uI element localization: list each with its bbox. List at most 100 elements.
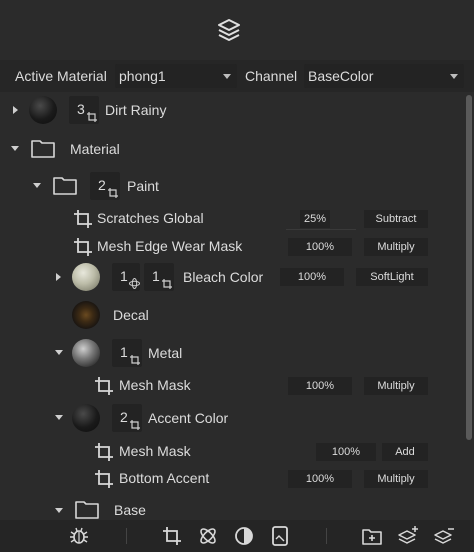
opacity-value[interactable]: 100% (316, 443, 376, 461)
layer-name: Decal (113, 307, 149, 323)
toolbar-divider (126, 528, 127, 544)
crop-mask-icon (87, 112, 97, 122)
layer-name: Dirt Rainy (105, 102, 167, 118)
atom-icon (129, 278, 140, 289)
crop-mask-icon (162, 279, 172, 289)
mask-row-scratches-global[interactable]: Scratches Global 25% Subtract (0, 208, 464, 230)
blend-mode[interactable]: Multiply (364, 377, 428, 395)
folder-row-paint[interactable]: 2 Paint (0, 172, 464, 200)
layer-count: 1 (152, 268, 160, 284)
layers-icon[interactable] (216, 18, 242, 42)
layer-count: 3 (77, 101, 85, 117)
blend-mode[interactable]: Multiply (364, 238, 428, 256)
material-thumbnail (72, 404, 100, 432)
crop-mask-icon (95, 443, 113, 461)
layer-name: Bleach Color (183, 269, 264, 285)
toolbar-divider (326, 528, 327, 544)
expand-arrow-icon[interactable] (13, 106, 18, 114)
layer-count: 1 (120, 268, 128, 284)
layer-name: Accent Color (148, 410, 229, 426)
crop-mask-icon (95, 377, 113, 395)
contrast-icon[interactable] (233, 525, 255, 547)
blend-mode[interactable]: Add (382, 443, 428, 461)
chevron-down-icon (223, 74, 231, 79)
opacity-track (286, 229, 356, 230)
opacity-value[interactable]: 100% (288, 377, 352, 395)
layer-row-dirt-rainy[interactable]: 3 Dirt Rainy (0, 96, 464, 126)
layer-count: 2 (98, 177, 106, 193)
layer-count-box: 1 (112, 339, 142, 367)
layer-row-decal[interactable]: Decal (0, 300, 464, 330)
layer-count-box: 2 (90, 172, 120, 200)
opacity-value[interactable]: 100% (288, 470, 352, 488)
active-material-label: Active Material (15, 68, 107, 84)
channel-value: BaseColor (308, 68, 374, 84)
collapse-arrow-icon[interactable] (33, 183, 41, 188)
add-folder-icon[interactable] (361, 525, 383, 547)
opacity-value[interactable]: 100% (280, 268, 344, 286)
channel-dropdown[interactable]: BaseColor (304, 64, 464, 88)
opacity-value[interactable]: 100% (288, 238, 352, 256)
blend-mode[interactable]: SoftLight (356, 268, 428, 286)
layer-tree: 3 Dirt Rainy Material 2 Paint Scratches … (0, 92, 474, 520)
blend-mode[interactable]: Multiply (364, 470, 428, 488)
folder-row-base[interactable]: Base (0, 498, 464, 520)
bottom-toolbar (0, 520, 474, 552)
layer-row-metal[interactable]: 1 Metal (0, 338, 464, 368)
mask-row-mesh-edge-wear[interactable]: Mesh Edge Wear Mask 100% Multiply (0, 236, 464, 258)
material-thumbnail (72, 263, 100, 291)
remove-layer-icon[interactable] (433, 525, 455, 547)
layer-count: 2 (120, 409, 128, 425)
material-thumbnail (72, 339, 100, 367)
opacity-value[interactable]: 25% (300, 210, 330, 228)
material-thumbnail (29, 96, 57, 124)
crop-mask-icon (108, 188, 118, 198)
active-material-value: phong1 (119, 68, 166, 84)
mask-row-bottom-accent[interactable]: Bottom Accent 100% Multiply (0, 468, 464, 490)
mask-name: Mesh Edge Wear Mask (97, 238, 243, 254)
collapse-arrow-icon[interactable] (55, 350, 63, 355)
layer-row-accent-color[interactable]: 2 Accent Color (0, 403, 464, 433)
layer-count-box: 1 (144, 263, 174, 291)
material-channel-bar: Active Material phong1 Channel BaseColor (0, 60, 474, 92)
vertical-scrollbar[interactable] (466, 95, 472, 440)
folder-name: Paint (127, 178, 159, 194)
collapse-arrow-icon[interactable] (55, 415, 63, 420)
crop-mask-icon (95, 470, 113, 488)
folder-icon (31, 140, 55, 158)
folder-row-material[interactable]: Material (0, 136, 464, 162)
folder-icon (53, 177, 77, 195)
folder-icon (75, 501, 99, 519)
crop-mask-icon[interactable] (161, 525, 183, 547)
mask-row-accent-mesh-mask[interactable]: Mesh Mask 100% Add (0, 441, 464, 463)
add-layer-icon[interactable] (397, 525, 419, 547)
collapse-arrow-icon[interactable] (11, 146, 19, 151)
folder-name: Material (70, 141, 120, 157)
collapse-arrow-icon[interactable] (55, 508, 63, 513)
crop-mask-icon (74, 210, 92, 228)
material-thumbnail (72, 301, 100, 329)
mask-name: Bottom Accent (119, 470, 210, 486)
panel-header (0, 0, 474, 60)
mask-name: Mesh Mask (119, 443, 191, 459)
chevron-down-icon (450, 74, 458, 79)
mask-row-metal-mesh-mask[interactable]: Mesh Mask 100% Multiply (0, 375, 464, 397)
mask-name: Scratches Global (97, 210, 204, 226)
layer-name: Metal (148, 345, 183, 361)
crop-mask-icon (130, 355, 140, 365)
expand-arrow-icon[interactable] (56, 273, 61, 281)
layer-row-bleach-color[interactable]: 1 1 Bleach Color 100% SoftLight (0, 262, 464, 292)
crop-mask-icon (130, 420, 140, 430)
layer-count-box: 1 (112, 263, 140, 291)
atom-icon[interactable] (197, 525, 219, 547)
active-material-dropdown[interactable]: phong1 (115, 64, 237, 88)
blend-mode[interactable]: Subtract (364, 210, 428, 228)
bug-icon[interactable] (68, 525, 90, 547)
channel-label: Channel (245, 68, 298, 84)
layer-count: 1 (120, 344, 128, 360)
mask-name: Mesh Mask (119, 377, 191, 393)
folder-name: Base (114, 502, 146, 518)
crop-mask-icon (74, 238, 92, 256)
image-frame-icon[interactable] (269, 525, 291, 547)
layer-count-box: 3 (69, 96, 99, 124)
